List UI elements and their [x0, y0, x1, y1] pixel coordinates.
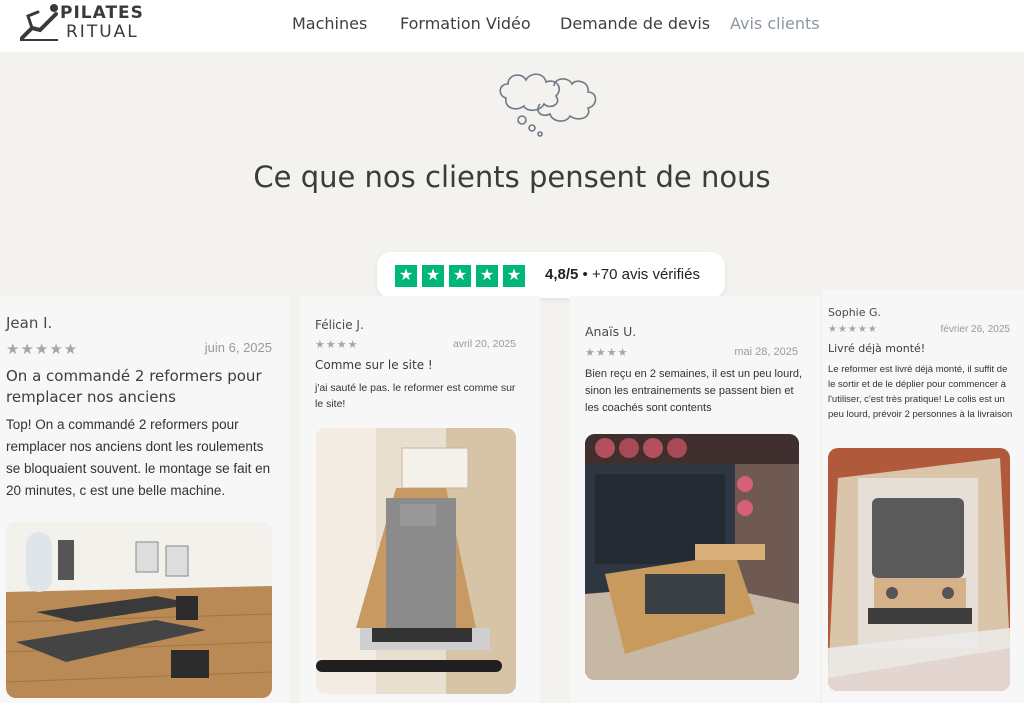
star-icon: ★ — [503, 265, 525, 287]
trustpilot-stars: ★ ★ ★ ★ ★ — [395, 265, 530, 287]
page-title: Ce que nos clients pensent de nous — [253, 160, 771, 194]
logo[interactable]: PILATES RITUAL — [18, 2, 148, 44]
thought-cloud-icon — [499, 73, 597, 137]
review-date: avril 20, 2025 — [452, 338, 516, 350]
star-icon: ★ — [422, 265, 444, 287]
review-title: Comme sur le site ! — [315, 358, 433, 372]
review-body: Bien reçu en 2 semaines, il est un peu l… — [585, 368, 803, 414]
gym-reformer-photo[interactable] — [585, 434, 799, 680]
star-icon: ★ — [449, 265, 471, 287]
review-card: Félicie J. ★★★★ avril 20, 2025 Comme sur… — [300, 296, 540, 703]
review-stars: ★★★★ — [315, 339, 359, 351]
review-title: On a commandé 2 reformers pour remplacer… — [6, 367, 262, 406]
rating-separator: • — [582, 266, 588, 283]
review-body: Top! On a commandé 2 reformers pour remp… — [6, 417, 271, 498]
rating-text: 4,8/5 • +70 avis vérifiés — [545, 266, 700, 283]
review-body: Le reformer est livré déjà monté, il suf… — [828, 364, 1013, 420]
nav-item-formation-video[interactable]: Formation Vidéo — [400, 14, 531, 33]
review-stars: ★★★★ — [585, 347, 629, 359]
review-title: Livré déjà monté! — [828, 342, 926, 355]
review-date: juin 6, 2025 — [204, 340, 272, 355]
reviewer-name: Anaïs U. — [585, 324, 637, 339]
pilates-figure-icon — [20, 4, 58, 41]
review-date: février 26, 2025 — [940, 324, 1011, 335]
site-header: PILATES RITUAL Machines Formation Vidéo … — [0, 0, 1024, 52]
review-stars: ★★★★★ — [828, 324, 878, 335]
review-card: Jean I. ★★★★★ juin 6, 2025 On a commandé… — [0, 296, 290, 703]
reviewer-name: Sophie G. — [828, 306, 882, 319]
studio-reformers-photo[interactable] — [6, 522, 272, 698]
star-icon: ★ — [395, 265, 417, 287]
star-icon: ★ — [476, 265, 498, 287]
rating-score: 4,8/5 — [545, 266, 579, 283]
logo-text-pilates: PILATES — [60, 3, 144, 23]
rating-summary: ★ ★ ★ ★ ★ 4,8/5 • +70 avis vérifiés — [377, 252, 725, 298]
nav-item-avis-clients[interactable]: Avis clients — [730, 14, 820, 33]
unboxed-reformer-photo[interactable] — [316, 428, 516, 694]
review-date: mai 28, 2025 — [734, 346, 798, 358]
review-body: j'ai sauté le pas. le reformer est comme… — [315, 382, 516, 410]
logo-text-ritual: RITUAL — [66, 22, 139, 42]
packaged-reformer-photo[interactable] — [828, 448, 1010, 691]
reviewer-name: Jean I. — [6, 314, 53, 332]
review-card: Anaïs U. ★★★★ mai 28, 2025 Bien reçu en … — [570, 296, 820, 703]
nav-item-machines[interactable]: Machines — [292, 14, 367, 33]
review-stars: ★★★★★ — [6, 341, 79, 358]
rating-count: +70 avis vérifiés — [591, 266, 700, 283]
nav-item-demande-de-devis[interactable]: Demande de devis — [560, 14, 710, 33]
reviewer-name: Félicie J. — [315, 318, 364, 332]
review-card: Sophie G. ★★★★★ février 26, 2025 Livré d… — [822, 290, 1024, 703]
